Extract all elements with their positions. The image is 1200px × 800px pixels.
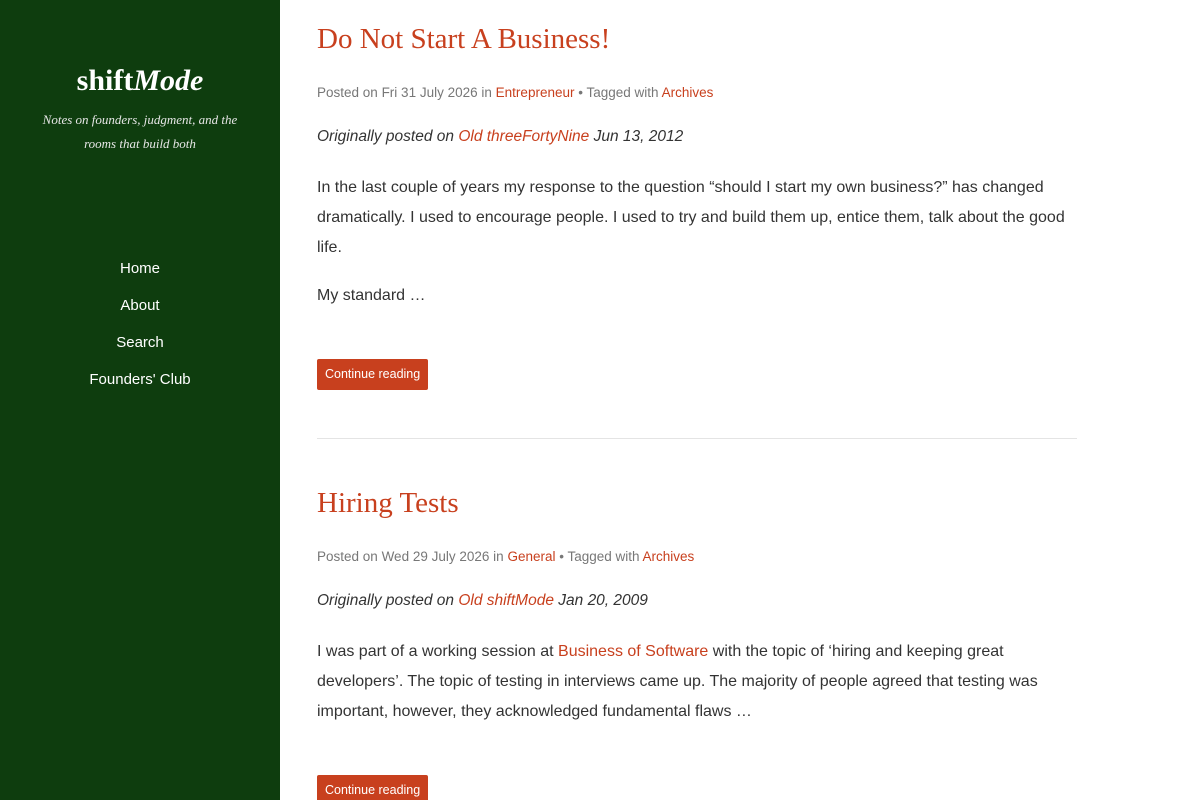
orig-prefix: Originally posted on — [317, 592, 454, 609]
post-title-link[interactable]: Hiring Tests — [317, 487, 459, 519]
post-meta: Posted on Wed 29 July 2026 in General • … — [317, 547, 1077, 567]
in-word: in — [493, 549, 504, 564]
post-date: Fri 31 July 2026 — [381, 85, 478, 100]
post-title: Do Not Start A Business! — [317, 19, 1077, 59]
post-paragraph: In the last couple of years my response … — [317, 179, 1065, 256]
continue-reading-button[interactable]: Continue reading — [317, 775, 429, 800]
post-title-link[interactable]: Do Not Start A Business! — [317, 23, 610, 55]
category-link[interactable]: Entrepreneur — [496, 85, 575, 100]
tag-link[interactable]: Archives — [643, 549, 695, 564]
nav-home-link[interactable]: Home — [120, 260, 160, 277]
business-of-software-link[interactable]: Business of Software — [558, 643, 708, 660]
orig-date: Jun 13, 2012 — [593, 128, 684, 145]
site-title-link[interactable]: shiftMode — [0, 62, 280, 100]
originally-posted: Originally posted on Old shiftMode Jan 2… — [317, 589, 1077, 613]
main-nav: Home About Search Founders' Club — [0, 256, 280, 404]
main-content: Do Not Start A Business! Posted on Fri 3… — [317, 0, 1077, 800]
post-divider — [317, 438, 1077, 439]
tagged-text: • Tagged with — [559, 549, 640, 564]
site-title-plain: shift — [76, 64, 134, 97]
nav-founders-club-link[interactable]: Founders' Club — [89, 371, 190, 388]
orig-source-link[interactable]: Old shiftMode — [458, 592, 554, 609]
post-do-not-start-a-business: Do Not Start A Business! Posted on Fri 3… — [317, 19, 1077, 390]
continue-reading-button[interactable]: Continue reading — [317, 359, 429, 390]
tag-link[interactable]: Archives — [662, 85, 714, 100]
site-title-italic: Mode — [133, 64, 204, 97]
post-title: Hiring Tests — [317, 483, 1077, 523]
orig-date: Jan 20, 2009 — [558, 592, 648, 609]
post-meta: Posted on Fri 31 July 2026 in Entreprene… — [317, 83, 1077, 103]
orig-prefix: Originally posted on — [317, 128, 454, 145]
post-date: Wed 29 July 2026 — [381, 549, 490, 564]
post-excerpt-end: My standard … — [317, 287, 426, 304]
tagged-text: • Tagged with — [578, 85, 659, 100]
sidebar: shiftMode Notes on founders, judgment, a… — [0, 0, 280, 800]
site-tagline: Notes on founders, judgment, and the roo… — [42, 112, 238, 151]
post-hiring-tests: Hiring Tests Posted on Wed 29 July 2026 … — [317, 483, 1077, 800]
nav-search-link[interactable]: Search — [116, 334, 164, 351]
post-paragraph: I was part of a working session at Busin… — [317, 637, 1077, 727]
para-before: I was part of a working session at — [317, 643, 554, 660]
nav-about-link[interactable]: About — [120, 297, 159, 314]
posted-prefix: Posted on — [317, 549, 378, 564]
category-link[interactable]: General — [507, 549, 555, 564]
posted-prefix: Posted on — [317, 85, 378, 100]
in-word: in — [481, 85, 492, 100]
originally-posted: Originally posted on Old threeFortyNine … — [317, 125, 1077, 149]
orig-source-link[interactable]: Old threeFortyNine — [458, 128, 589, 145]
